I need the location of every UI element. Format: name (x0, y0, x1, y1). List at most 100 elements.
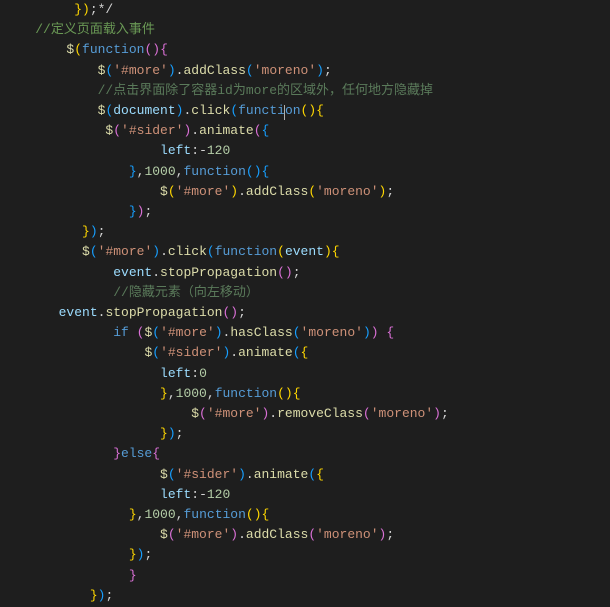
code-token: ) (215, 325, 223, 340)
code-token: ; (324, 63, 332, 78)
code-token (4, 22, 35, 37)
code-token: $ (191, 406, 199, 421)
code-token: on (285, 103, 301, 118)
code-token: ( (207, 244, 215, 259)
code-token: ) (371, 325, 379, 340)
code-token: } (90, 588, 98, 603)
code-token: '#sider' (160, 345, 222, 360)
code-token: ; (144, 547, 152, 562)
code-token: - (199, 487, 207, 502)
code-line[interactable]: //定义页面载入事件 (4, 22, 155, 37)
code-token (4, 487, 160, 502)
code-line[interactable]: //点击界面除了容器id为more的区域外，任何地方隐藏掉 (4, 83, 433, 98)
code-token: ( (152, 345, 160, 360)
code-line[interactable]: $(function(){ (4, 42, 168, 57)
code-token: $ (82, 244, 90, 259)
code-token: 120 (207, 143, 230, 158)
code-token: , (207, 386, 215, 401)
text-cursor (284, 105, 285, 120)
code-token (4, 386, 160, 401)
code-line[interactable]: left:-120 (4, 487, 230, 502)
code-token: () (277, 265, 293, 280)
code-line[interactable]: $('#more').addClass('moreno'); (4, 527, 394, 542)
code-token: . (246, 467, 254, 482)
code-token: { (293, 386, 301, 401)
code-token (4, 42, 66, 57)
code-token: //定义页面载入事件 (35, 22, 155, 37)
code-token: else (121, 446, 152, 461)
code-line[interactable]: $('#more').click(function(event){ (4, 244, 340, 259)
code-editor[interactable]: });*/ //定义页面载入事件 $(function(){ $('#more'… (0, 0, 610, 607)
code-token: { (316, 103, 324, 118)
code-token: ( (246, 63, 254, 78)
code-line[interactable]: }else{ (4, 446, 160, 461)
code-token: . (230, 345, 238, 360)
code-token: function (183, 164, 245, 179)
code-token: ( (113, 123, 121, 138)
code-line[interactable]: $('#more').addClass('moreno'); (4, 63, 332, 78)
code-token: hasClass (230, 325, 292, 340)
code-token: 'moreno' (316, 527, 378, 542)
code-token: ( (308, 527, 316, 542)
code-token: ( (90, 244, 98, 259)
code-line[interactable]: }); (4, 426, 183, 441)
code-token: $ (160, 467, 168, 482)
code-token (4, 244, 82, 259)
code-token: //点击界面除了容器id为more的区域外，任何地方隐藏掉 (98, 83, 433, 98)
code-token: } (160, 426, 168, 441)
code-line[interactable]: $('#more').removeClass('moreno'); (4, 406, 449, 421)
code-token: ( (168, 467, 176, 482)
code-token: ) (363, 325, 371, 340)
code-line[interactable]: }); (4, 204, 152, 219)
code-token: ; (144, 204, 152, 219)
code-line[interactable]: $('#sider').animate({ (4, 123, 269, 138)
code-token: { (262, 507, 270, 522)
code-token: animate (199, 123, 254, 138)
code-token: 'moreno' (371, 406, 433, 421)
code-line[interactable]: },1000,function(){ (4, 386, 301, 401)
code-token: 1000 (176, 386, 207, 401)
code-line[interactable]: //隐藏元素（向左移动） (4, 285, 259, 300)
code-token (4, 265, 113, 280)
code-line[interactable]: },1000,function(){ (4, 164, 269, 179)
code-token: click (191, 103, 230, 118)
code-token: ) (238, 467, 246, 482)
code-token: } (113, 446, 121, 461)
code-line[interactable]: event.stopPropagation(); (4, 305, 246, 320)
code-token (4, 184, 160, 199)
code-token (4, 345, 144, 360)
code-line[interactable]: });*/ (4, 2, 113, 17)
code-token: : (191, 366, 199, 381)
code-token: $ (160, 184, 168, 199)
code-line[interactable]: $('#more').addClass('moreno'); (4, 184, 394, 199)
code-token (4, 426, 160, 441)
code-token: { (262, 164, 270, 179)
code-line[interactable]: left:0 (4, 366, 207, 381)
code-line[interactable]: } (4, 568, 137, 583)
code-line[interactable]: left:-120 (4, 143, 230, 158)
code-line[interactable]: $('#sider').animate({ (4, 467, 324, 482)
code-token: : (191, 487, 199, 502)
code-line[interactable]: $('#sider').animate({ (4, 345, 308, 360)
code-line[interactable]: if ($('#more').hasClass('moreno')) { (4, 325, 394, 340)
code-line[interactable]: }); (4, 224, 105, 239)
code-token: ) (230, 527, 238, 542)
code-token: //隐藏元素（向左移动） (113, 285, 259, 300)
code-line[interactable]: },1000,function(){ (4, 507, 269, 522)
code-token: () (246, 507, 262, 522)
code-token: } (82, 224, 90, 239)
code-token (4, 366, 160, 381)
code-token (4, 568, 129, 583)
code-line[interactable]: event.stopPropagation(); (4, 265, 301, 280)
code-token: stopPropagation (105, 305, 222, 320)
code-token (4, 63, 98, 78)
code-token: ; (238, 305, 246, 320)
code-line[interactable]: }); (4, 588, 113, 603)
code-line[interactable]: }); (4, 547, 152, 562)
code-line[interactable]: $(document).click(function(){ (4, 103, 324, 118)
code-token (4, 143, 160, 158)
code-token: ) (168, 63, 176, 78)
code-token (4, 123, 105, 138)
code-token: removeClass (277, 406, 363, 421)
code-token: 0 (199, 366, 207, 381)
